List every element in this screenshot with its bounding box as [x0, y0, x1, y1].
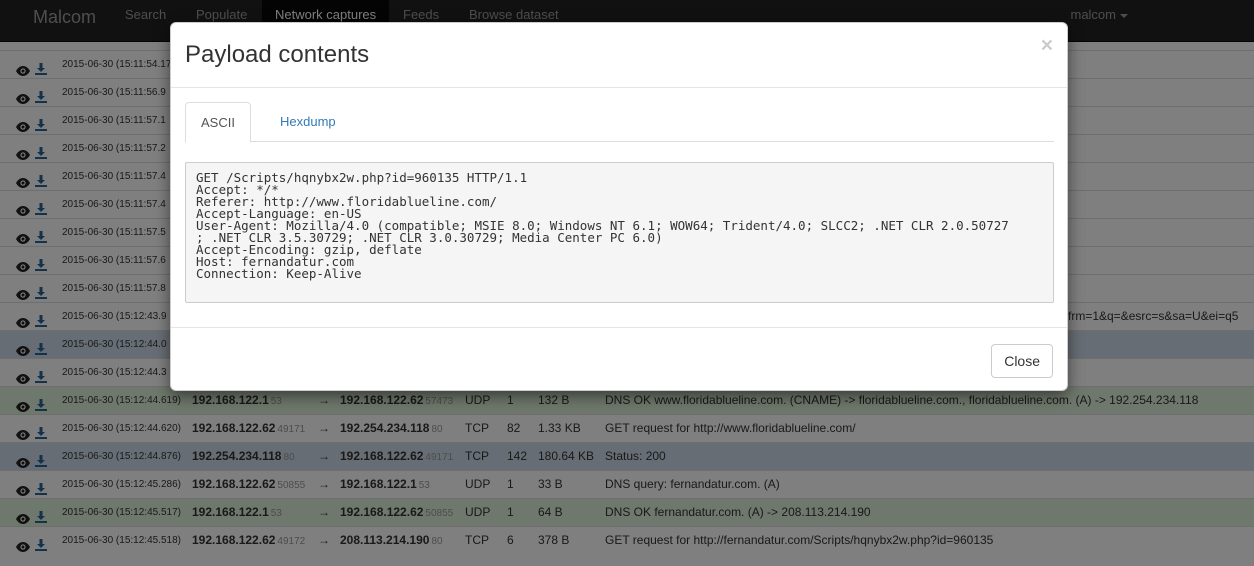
- modal-footer: Close: [171, 327, 1067, 391]
- close-icon[interactable]: ×: [1041, 35, 1053, 57]
- tab-hexdump[interactable]: Hexdump: [265, 102, 351, 142]
- tab-ascii[interactable]: ASCII: [185, 102, 251, 143]
- payload-content: GET /Scripts/hqnybx2w.php?id=960135 HTTP…: [185, 162, 1054, 303]
- payload-modal: Payload contents × ASCII Hexdump GET /Sc…: [170, 22, 1068, 391]
- payload-line: GET /Scripts/hqnybx2w.php?id=960135 HTTP…: [196, 170, 528, 185]
- payload-tabs: ASCII Hexdump: [185, 102, 1054, 143]
- payload-line: Connection: Keep-Alive: [196, 266, 362, 281]
- modal-header: Payload contents ×: [171, 23, 1067, 88]
- modal-title: Payload contents: [185, 41, 370, 68]
- close-button[interactable]: Close: [991, 344, 1053, 378]
